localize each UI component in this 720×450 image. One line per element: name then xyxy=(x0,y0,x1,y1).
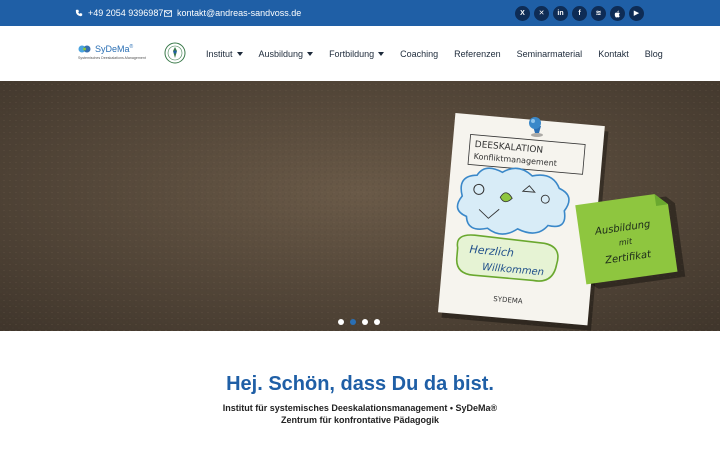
institute-tagline: Institut für systemisches Deeskalationsm… xyxy=(222,403,498,413)
hero-illustration: DEESKALATION Konfliktmanagement Herzlich… xyxy=(0,81,720,331)
phone-link[interactable]: +49 2054 9396987 xyxy=(75,0,163,26)
email-link[interactable]: kontakt@andreas-sandvoss.de xyxy=(164,0,301,26)
nav-item-fortbildung[interactable]: Fortbildung xyxy=(329,49,385,59)
facebook-icon[interactable]: f xyxy=(572,6,587,21)
top-bar: +49 2054 9396987 kontakt@andreas-sandvos… xyxy=(0,0,720,26)
phone-icon xyxy=(75,9,83,17)
welcome-heading: Hej. Schön, dass Du da bist. xyxy=(226,373,494,395)
nav-item-referenzen[interactable]: Referenzen xyxy=(454,49,501,59)
nav-item-ausbildung[interactable]: Ausbildung xyxy=(259,49,314,59)
sydema-logo[interactable]: SyDeMa® Systemisches Deeskalations-Manag… xyxy=(78,44,160,66)
nav-item-seminarmaterial[interactable]: Seminarmaterial xyxy=(517,49,583,59)
social-links: X ✕ in f ≋ ▶ xyxy=(515,6,644,21)
email-address: kontakt@andreas-sandvoss.de xyxy=(177,8,302,18)
logo-subtitle: Systemisches Deeskalations-Management xyxy=(78,56,146,60)
slide-dot-1[interactable] xyxy=(338,319,344,325)
apple-podcasts-icon[interactable] xyxy=(610,6,625,21)
main-navigation: Institut Ausbildung Fortbildung Coaching… xyxy=(206,26,663,81)
xing-icon[interactable]: ✕ xyxy=(534,6,549,21)
logo-mark-icon xyxy=(78,45,91,53)
logo-brand: SyDeMa® xyxy=(95,44,134,54)
envelope-icon xyxy=(164,9,172,17)
site-header: SyDeMa® Systemisches Deeskalations-Manag… xyxy=(0,26,720,81)
certification-seal-icon xyxy=(164,42,186,64)
chevron-down-icon xyxy=(307,51,314,56)
linkedin-icon[interactable]: in xyxy=(553,6,568,21)
phone-number: +49 2054 9396987 xyxy=(88,8,164,18)
x-icon[interactable]: X xyxy=(515,6,530,21)
slide-dot-2[interactable] xyxy=(350,319,356,325)
nav-item-blog[interactable]: Blog xyxy=(645,49,663,59)
nav-item-coaching[interactable]: Coaching xyxy=(400,49,438,59)
slide-dot-3[interactable] xyxy=(362,319,368,325)
hero-slider[interactable]: DEESKALATION Konfliktmanagement Herzlich… xyxy=(0,81,720,331)
center-tagline: Zentrum für konfrontative Pädagogik xyxy=(280,415,439,425)
nav-item-kontakt[interactable]: Kontakt xyxy=(598,49,629,59)
youtube-icon[interactable]: ▶ xyxy=(629,6,644,21)
spotify-icon[interactable]: ≋ xyxy=(591,6,606,21)
intro-section: Hej. Schön, dass Du da bist. Institut fü… xyxy=(0,331,720,450)
slider-pagination xyxy=(338,319,380,325)
slide-dot-4[interactable] xyxy=(374,319,380,325)
chevron-down-icon xyxy=(236,51,243,56)
nav-item-institut[interactable]: Institut xyxy=(206,49,243,59)
chevron-down-icon xyxy=(378,51,385,56)
